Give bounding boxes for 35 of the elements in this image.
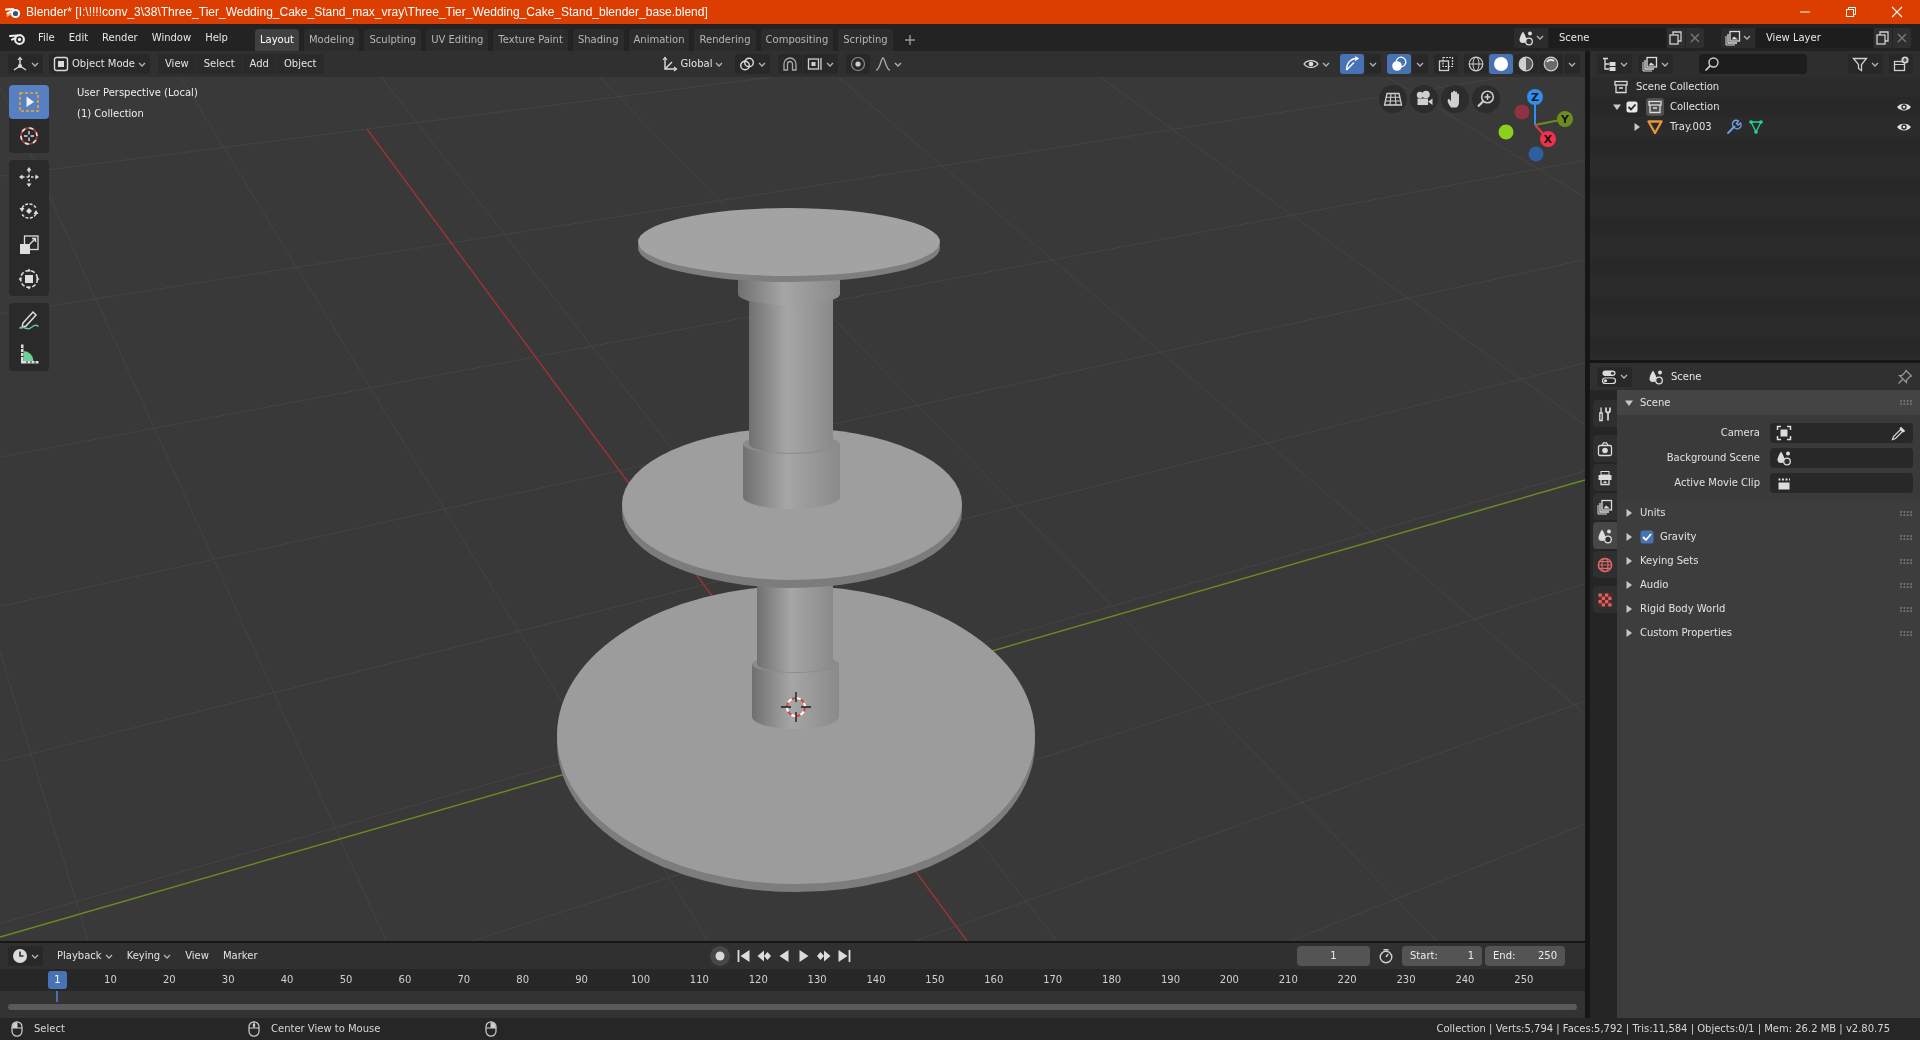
status-hint-text: Center View to Mouse bbox=[271, 1023, 381, 1035]
frame-number: 130 bbox=[806, 974, 828, 986]
frame-number: 170 bbox=[1042, 974, 1064, 986]
frame-number: 180 bbox=[1101, 974, 1123, 986]
scene-statistics-text: Collection | Verts:5,794 | Faces:5,792 | Tris:11,584 | Objects:0/1 | Mem: 26.2 MB | v2.80.75 bbox=[1436, 1023, 1891, 1035]
frame-number: 250 bbox=[1513, 974, 1535, 986]
status-hint-text: Select bbox=[34, 1023, 65, 1035]
frame-number: 120 bbox=[747, 974, 769, 986]
field-label: Background Scene bbox=[1665, 452, 1760, 464]
frame-number: 10 bbox=[103, 974, 118, 986]
frame-number: 190 bbox=[1159, 974, 1181, 986]
frame-number: 50 bbox=[338, 974, 354, 986]
frame-number: 210 bbox=[1277, 974, 1299, 986]
field-label: Active Movie Clip bbox=[1673, 477, 1760, 489]
frame-number: 80 bbox=[515, 974, 531, 986]
frame-number: 20 bbox=[161, 974, 177, 986]
frame-number: 240 bbox=[1454, 974, 1476, 986]
frame-number: 140 bbox=[865, 974, 887, 986]
frame-number: 150 bbox=[924, 974, 946, 986]
viewport-info-text: User Perspective (Local) bbox=[77, 86, 198, 100]
frame-number: 110 bbox=[688, 974, 710, 986]
frame-number: 160 bbox=[983, 974, 1005, 986]
field-label: Camera bbox=[1719, 427, 1760, 439]
frame-number: 30 bbox=[220, 974, 236, 986]
context-label: Scene bbox=[1671, 370, 1702, 383]
frame-number: 70 bbox=[456, 974, 472, 986]
frame-number: 230 bbox=[1395, 974, 1417, 986]
frame-number: 100 bbox=[629, 974, 651, 986]
frame-number: 200 bbox=[1218, 974, 1240, 986]
window-title: Blender* [I:\!!!!conv_3\38\Three_Tier_Wedding_Cake_Stand_max_vray\Three_Tier_Wedding_Cake_Stand_blender_base.blend] bbox=[26, 4, 708, 20]
frame-number: 40 bbox=[279, 974, 295, 986]
frame-number: 60 bbox=[397, 974, 413, 986]
frame-number: 90 bbox=[574, 974, 589, 986]
frame-number: 220 bbox=[1336, 974, 1358, 986]
viewport-info-text: (1) Collection bbox=[77, 107, 144, 121]
